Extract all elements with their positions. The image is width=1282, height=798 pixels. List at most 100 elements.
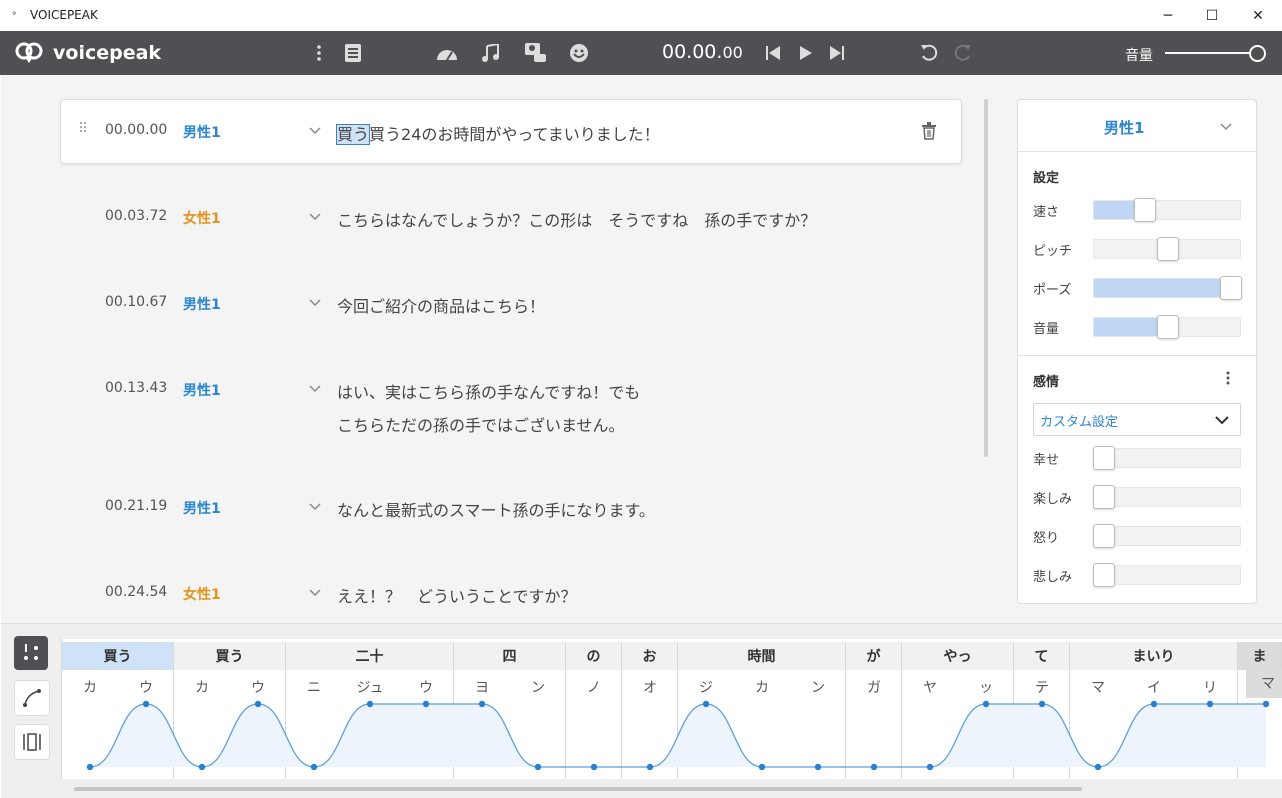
pause-slider[interactable]	[1093, 276, 1242, 300]
word-chip[interactable]: 四	[454, 642, 566, 670]
mora-label[interactable]: カ	[742, 677, 782, 697]
pitch-point[interactable]	[1262, 700, 1270, 708]
more-vert-icon[interactable]	[1226, 371, 1230, 385]
chevron-down-icon[interactable]	[308, 212, 322, 222]
pitch-curve[interactable]	[62, 695, 1282, 777]
pitch-point[interactable]	[478, 700, 486, 708]
mora-label[interactable]: イ	[1134, 677, 1174, 697]
chevron-down-icon[interactable]	[308, 502, 322, 512]
word-chip[interactable]: まいり	[1070, 642, 1238, 670]
drag-handle-icon[interactable]: ⠿	[78, 121, 88, 137]
pitch-point[interactable]	[1094, 763, 1102, 771]
mora-label[interactable]: カ	[70, 677, 110, 697]
mora-label[interactable]: ヨ	[462, 677, 502, 697]
mora-label[interactable]: ジュ	[350, 677, 390, 697]
word-chip[interactable]: 買う	[62, 642, 174, 670]
volume-slider-knob[interactable]	[1249, 45, 1266, 62]
panel-speaker-name[interactable]: 男性1	[1104, 117, 1144, 138]
row-text-line2[interactable]: こちらただの孫の手ではございません。	[337, 412, 625, 436]
row-text[interactable]: はい、実はこちら孫の手なんですね！でも	[337, 379, 640, 403]
pitch-point[interactable]	[1150, 700, 1158, 708]
play-icon[interactable]	[794, 41, 818, 65]
mora-mode-button[interactable]	[14, 636, 48, 670]
row-text[interactable]: ええ！？ どういうことですか？	[337, 583, 577, 607]
pitch-point[interactable]	[366, 700, 374, 708]
pitch-point[interactable]	[310, 763, 318, 771]
length-mode-button[interactable]	[14, 724, 50, 760]
chevron-down-icon[interactable]	[308, 588, 322, 598]
row-text[interactable]: 今回ご紹介の商品はこちら！	[337, 293, 545, 317]
word-chip[interactable]: 買う	[174, 642, 286, 670]
dictionary-icon[interactable]	[341, 41, 365, 65]
pitch-point[interactable]	[1038, 700, 1046, 708]
sad-slider[interactable]	[1093, 563, 1241, 587]
word-chip[interactable]: お	[622, 642, 678, 670]
chevron-down-icon[interactable]	[308, 126, 322, 136]
row-speaker[interactable]: 男性1	[183, 498, 221, 518]
mora-label[interactable]: ヤ	[910, 677, 950, 697]
mora-label[interactable]: リ	[1190, 677, 1230, 697]
mora-label[interactable]: ウ	[406, 677, 446, 697]
mora-label[interactable]: マ	[1078, 677, 1118, 697]
speaker-user-icon[interactable]	[524, 41, 548, 65]
word-chip[interactable]: 二十	[286, 642, 454, 670]
volume-slider-track[interactable]	[1165, 52, 1257, 54]
volume-slider[interactable]	[1093, 315, 1241, 339]
pitch-point[interactable]	[702, 700, 710, 708]
music-note-icon[interactable]	[478, 41, 502, 65]
mora-label[interactable]: ノ	[574, 677, 614, 697]
more-vert-icon[interactable]	[307, 41, 331, 65]
word-chip[interactable]: 時間	[678, 642, 846, 670]
word-chip[interactable]: が	[846, 642, 902, 670]
speed-slider[interactable]	[1093, 198, 1241, 222]
chevron-down-icon[interactable]	[308, 298, 322, 308]
pitch-point[interactable]	[142, 700, 150, 708]
pitch-point[interactable]	[870, 763, 878, 771]
mora-label[interactable]: ン	[798, 677, 838, 697]
row-text[interactable]: 買う買う24のお時間がやってまいりました！	[335, 121, 660, 145]
pitch-point[interactable]	[590, 763, 598, 771]
row-speaker[interactable]: 男性1	[183, 122, 221, 142]
pitch-point[interactable]	[926, 763, 934, 771]
row-text[interactable]: こちらはなんでしょうか？この形は そうですね 孫の手ですか？	[337, 207, 816, 231]
pitch-point[interactable]	[1206, 700, 1214, 708]
row-speaker[interactable]: 女性1	[183, 584, 221, 604]
pitch-point[interactable]	[814, 763, 822, 771]
mora-label[interactable]: ン	[518, 677, 558, 697]
pitch-point[interactable]	[422, 700, 430, 708]
row-speaker[interactable]: 男性1	[183, 294, 221, 314]
chevron-down-icon[interactable]	[308, 384, 322, 394]
word-chip[interactable]: ま	[1238, 642, 1282, 670]
pitch-point[interactable]	[86, 763, 94, 771]
trash-icon[interactable]	[921, 122, 937, 140]
row-speaker[interactable]: 男性1	[183, 380, 221, 400]
pitch-slider[interactable]	[1093, 237, 1241, 261]
skip-forward-icon[interactable]	[825, 41, 849, 65]
maximize-button[interactable]: ☐	[1189, 0, 1235, 31]
mora-label[interactable]: ッ	[966, 677, 1006, 697]
pitch-point[interactable]	[534, 763, 542, 771]
minimize-button[interactable]: ─	[1145, 0, 1191, 31]
word-chip[interactable]: の	[566, 642, 622, 670]
mora-label[interactable]: カ	[182, 677, 222, 697]
chevron-down-icon[interactable]	[1219, 122, 1233, 132]
editor-scrollbar[interactable]	[984, 99, 988, 457]
mora-label[interactable]: テ	[1022, 677, 1062, 697]
pitch-point[interactable]	[982, 700, 990, 708]
emoji-icon[interactable]	[567, 41, 591, 65]
happy-slider[interactable]	[1093, 446, 1241, 470]
mora-label[interactable]: マ	[1246, 670, 1282, 698]
word-chip[interactable]: やっ	[902, 642, 1014, 670]
row-text[interactable]: なんと最新式のスマート孫の手になります。	[337, 497, 655, 521]
mora-label[interactable]: ニ	[294, 677, 334, 697]
row-speaker[interactable]: 女性1	[183, 208, 221, 228]
speed-gauge-icon[interactable]	[435, 41, 459, 65]
pitch-point[interactable]	[646, 763, 654, 771]
fun-slider[interactable]	[1093, 485, 1241, 509]
undo-icon[interactable]	[917, 41, 941, 65]
mora-label[interactable]: ジ	[686, 677, 726, 697]
mora-label[interactable]: ウ	[126, 677, 166, 697]
emotion-preset-dropdown[interactable]: カスタム設定	[1033, 403, 1241, 436]
pitch-point[interactable]	[254, 700, 262, 708]
close-button[interactable]: ✕	[1235, 0, 1281, 31]
